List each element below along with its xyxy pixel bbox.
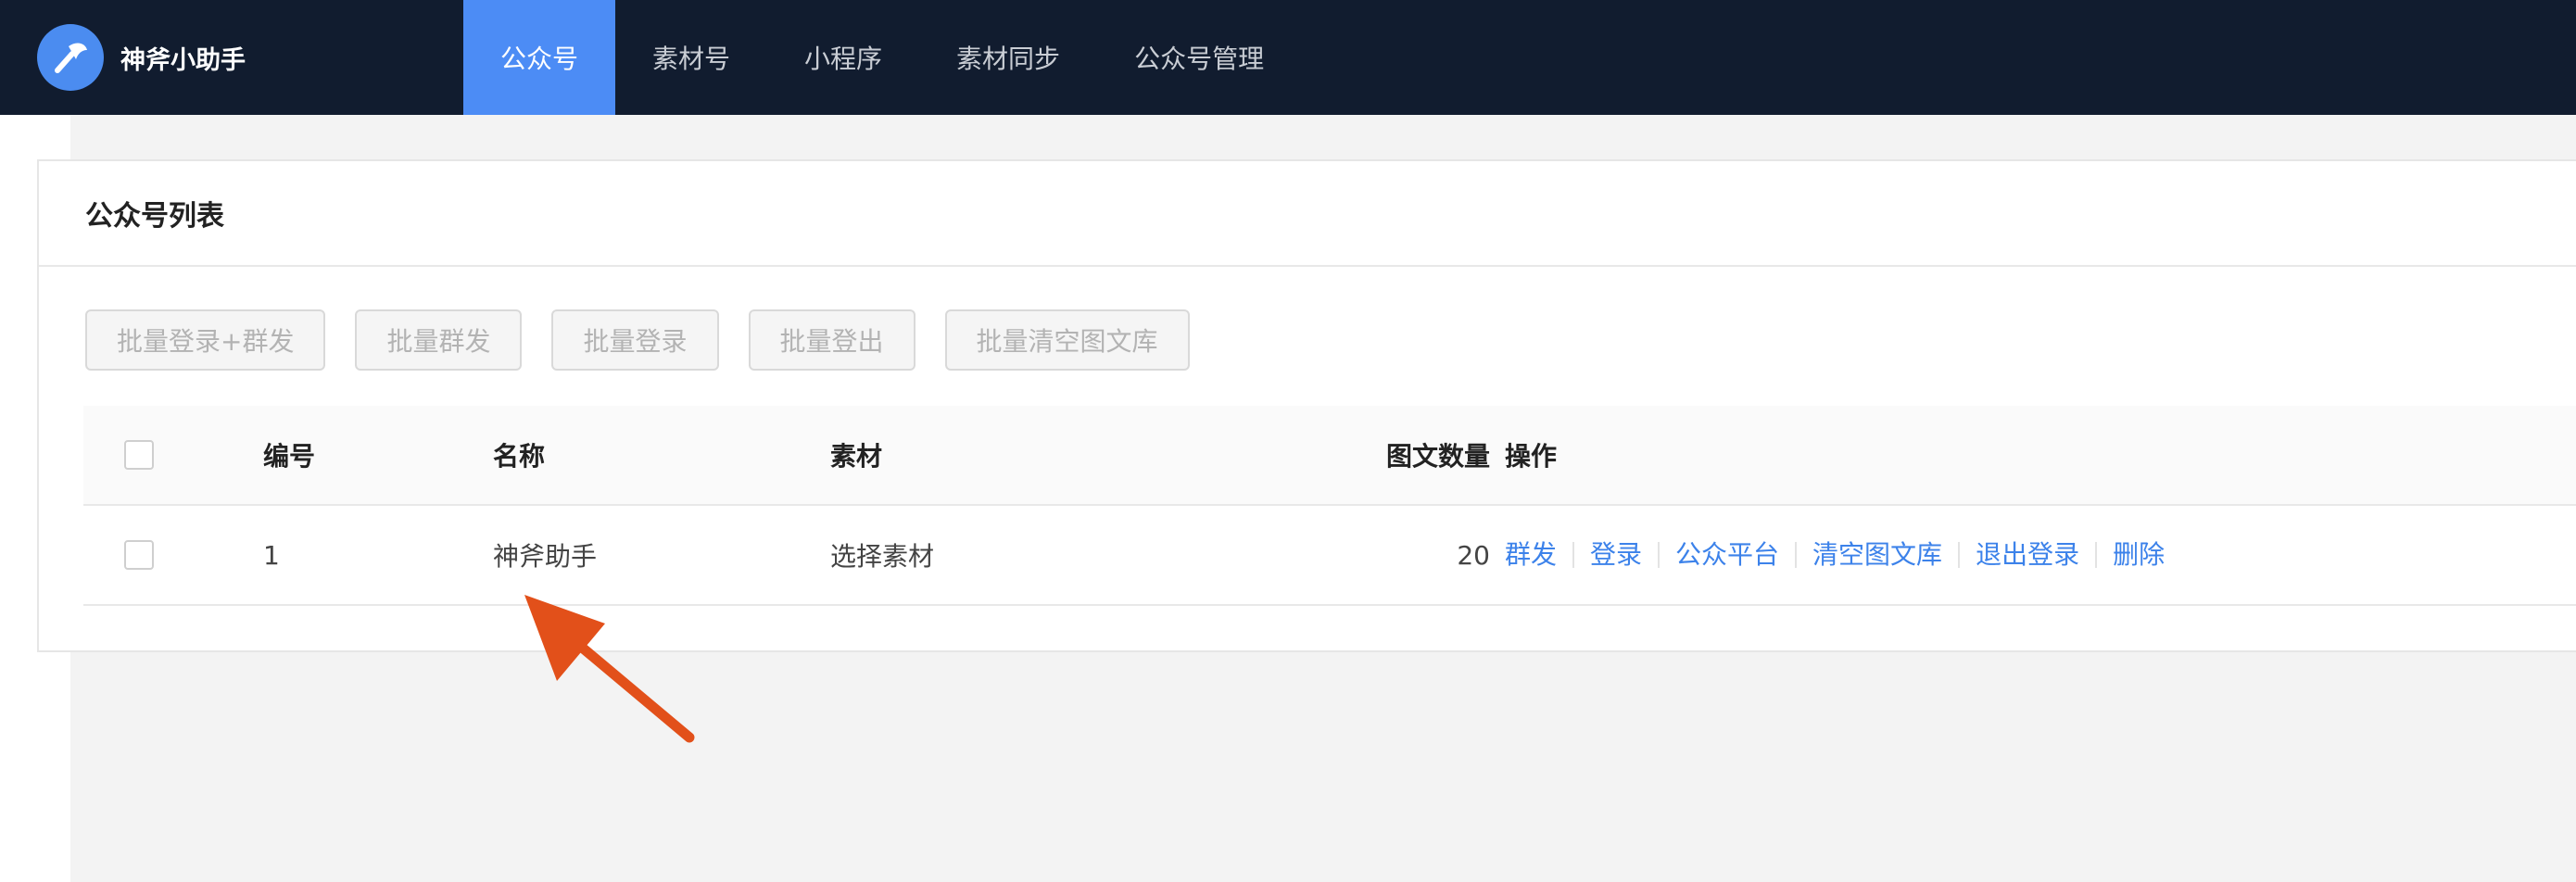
nav-item-official-accounts[interactable]: 公众号	[463, 0, 616, 115]
nav-item-account-management[interactable]: 公众号管理	[1097, 0, 1301, 115]
batch-toolbar: 批量登录+群发 批量群发 批量登录 批量登出 批量清空图文库	[85, 309, 1219, 371]
column-header-actions: 操作	[1505, 441, 1558, 472]
nav-item-material-accounts[interactable]: 素材号	[615, 0, 767, 115]
row-account-name-link[interactable]: 神斧助手	[493, 506, 597, 604]
account-list-card: 公众号列表 批量登录+群发 批量群发 批量登录 批量登出 批量清空图文库 编号 …	[37, 159, 2576, 652]
row-id: 1	[263, 539, 280, 571]
batch-send-button[interactable]: 批量群发	[355, 309, 523, 371]
batch-login-and-send-button[interactable]: 批量登录+群发	[85, 309, 326, 371]
row-article-count[interactable]: 20	[1158, 506, 1490, 604]
card-header: 公众号列表	[39, 161, 2576, 267]
column-header-article-count: 图文数量	[1385, 441, 1490, 472]
action-delete-link[interactable]: 删除	[2095, 542, 2180, 568]
nav-item-mini-programs[interactable]: 小程序	[767, 0, 919, 115]
batch-clear-library-button[interactable]: 批量清空图文库	[944, 309, 1190, 371]
account-table: 编号 名称 素材 图文数量 操作 1 神斧助手 选择素材 20 群发 登录 公众…	[83, 406, 2576, 606]
table-row: 1 神斧助手 选择素材 20 群发 登录 公众平台 清空图文库 退出登录 删除	[83, 506, 2576, 606]
card-title: 公众号列表	[85, 200, 224, 233]
main-nav: 公众号 素材号 小程序 素材同步 公众号管理	[463, 0, 1301, 115]
action-send-link[interactable]: 群发	[1505, 542, 1572, 568]
axe-icon	[37, 24, 104, 91]
row-select-cell	[124, 506, 154, 604]
row-actions: 群发 登录 公众平台 清空图文库 退出登录 删除	[1505, 506, 2180, 604]
action-logout-link[interactable]: 退出登录	[1958, 542, 2095, 568]
row-select-material-link[interactable]: 选择素材	[830, 506, 934, 604]
table-header: 编号 名称 素材 图文数量 操作	[83, 406, 2576, 506]
brand[interactable]: 神斧小助手	[37, 24, 246, 91]
action-login-link[interactable]: 登录	[1572, 542, 1658, 568]
action-public-platform-link[interactable]: 公众平台	[1658, 542, 1795, 568]
nav-item-material-sync[interactable]: 素材同步	[919, 0, 1097, 115]
select-all-checkbox[interactable]	[124, 440, 154, 470]
top-navigation-bar: 神斧小助手 公众号 素材号 小程序 素材同步 公众号管理	[0, 0, 2576, 115]
app-name: 神斧小助手	[120, 45, 246, 75]
row-checkbox[interactable]	[124, 540, 154, 570]
column-header-name: 名称	[493, 441, 546, 472]
column-header-material: 素材	[830, 441, 883, 472]
select-all-cell	[124, 406, 154, 504]
batch-logout-button[interactable]: 批量登出	[748, 309, 915, 371]
batch-login-button[interactable]: 批量登录	[551, 309, 719, 371]
action-clear-library-link[interactable]: 清空图文库	[1795, 542, 1958, 568]
column-header-id: 编号	[263, 441, 316, 472]
